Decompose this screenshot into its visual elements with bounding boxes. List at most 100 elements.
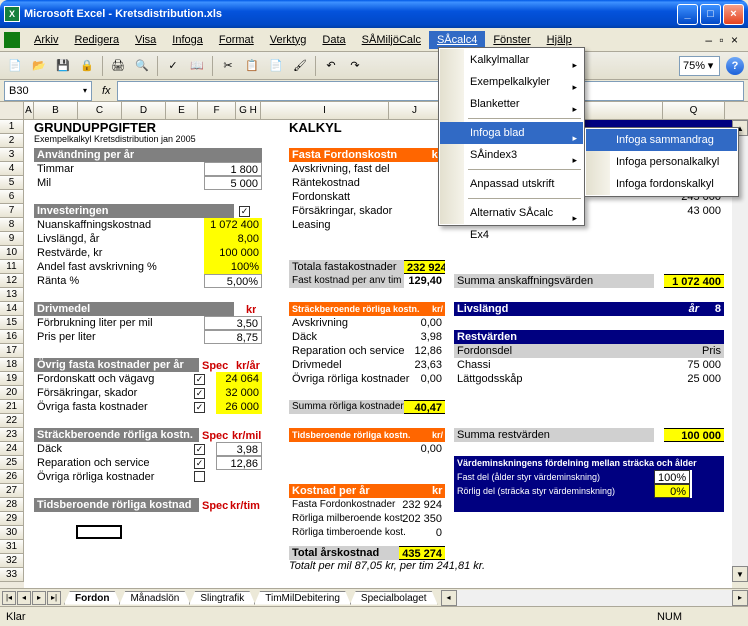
cut-icon[interactable]: ✂	[217, 55, 239, 77]
col-e[interactable]: E	[166, 102, 198, 119]
scroll-down-icon[interactable]: ▼	[732, 566, 748, 582]
col-b[interactable]: B	[34, 102, 78, 119]
val-ranta[interactable]: 5,00%	[204, 274, 262, 288]
row-18[interactable]: 18	[0, 358, 24, 372]
permission-icon[interactable]: 🔒	[76, 55, 98, 77]
undo-icon[interactable]: ↶	[320, 55, 342, 77]
menu-blanketter[interactable]: Blanketter▸	[440, 93, 583, 115]
row-17[interactable]: 17	[0, 344, 24, 358]
val-timmar[interactable]: 1 800	[204, 162, 262, 176]
scroll-right-icon[interactable]: ▸	[732, 590, 748, 606]
row-7[interactable]: 7	[0, 204, 24, 218]
row-8[interactable]: 8	[0, 218, 24, 232]
val-mil[interactable]: 5 000	[204, 176, 262, 190]
name-box[interactable]: B30▾	[4, 81, 92, 101]
tab-manadslon[interactable]: Månadslön	[119, 591, 190, 605]
val-pris[interactable]: 8,75	[204, 330, 262, 344]
close-button[interactable]: ×	[723, 4, 744, 25]
row-headers[interactable]: 1234567891011121314151617181920212223242…	[0, 120, 24, 588]
row-5[interactable]: 5	[0, 176, 24, 190]
preview-icon[interactable]: 🔍	[131, 55, 153, 77]
menu-arkiv[interactable]: Arkiv	[26, 31, 66, 49]
help-icon[interactable]: ?	[726, 57, 744, 75]
row-11[interactable]: 11	[0, 260, 24, 274]
row-23[interactable]: 23	[0, 428, 24, 442]
tab-timmildeb[interactable]: TimMilDebitering	[254, 591, 351, 605]
fx-icon[interactable]: fx	[102, 85, 111, 97]
chk-dack[interactable]: ✓	[194, 443, 205, 455]
menu-redigera[interactable]: Redigera	[66, 31, 127, 49]
tab-specialbolaget[interactable]: Specialbolaget	[350, 591, 438, 605]
new-icon[interactable]: 📄	[4, 55, 26, 77]
menu-fonster[interactable]: Fönster	[485, 31, 538, 49]
select-all-corner[interactable]	[0, 102, 24, 119]
row-15[interactable]: 15	[0, 316, 24, 330]
row-3[interactable]: 3	[0, 148, 24, 162]
chk-ovrfk[interactable]: ✓	[194, 401, 205, 413]
menu-anpassad[interactable]: Anpassad utskrift	[440, 173, 583, 195]
menu-alternativ[interactable]: Alternativ SÅcalc Ex4▸	[440, 202, 583, 224]
maximize-button[interactable]: □	[700, 4, 721, 25]
formula-input[interactable]	[117, 81, 744, 101]
redo-icon[interactable]: ↷	[344, 55, 366, 77]
save-icon[interactable]: 💾	[52, 55, 74, 77]
row-32[interactable]: 32	[0, 554, 24, 568]
spelling-icon[interactable]: ✓	[162, 55, 184, 77]
menu-infoga[interactable]: Infoga	[164, 31, 211, 49]
col-f[interactable]: F	[198, 102, 236, 119]
row-26[interactable]: 26	[0, 470, 24, 484]
col-d[interactable]: D	[122, 102, 166, 119]
mdi-controls[interactable]: – ▫ ×	[705, 33, 744, 47]
copy-icon[interactable]: 📋	[241, 55, 263, 77]
menu-samiljocalc[interactable]: SÅMiljöCalc	[354, 31, 429, 49]
tab-next-icon[interactable]: ▸	[32, 591, 46, 605]
row-6[interactable]: 6	[0, 190, 24, 204]
tab-slingtrafik[interactable]: Slingtrafik	[189, 591, 255, 605]
tab-first-icon[interactable]: |◂	[2, 591, 16, 605]
menu-infoga-blad[interactable]: Infoga blad▸	[440, 122, 583, 144]
col-j[interactable]: J	[389, 102, 441, 119]
research-icon[interactable]: 📖	[186, 55, 208, 77]
print-icon[interactable]: 🖨	[107, 55, 129, 77]
row-14[interactable]: 14	[0, 302, 24, 316]
tab-fordon[interactable]: Fordon	[64, 591, 120, 605]
row-13[interactable]: 13	[0, 288, 24, 302]
menu-exempelkalkyler[interactable]: Exempelkalkyler▸	[440, 71, 583, 93]
col-g[interactable]: G H	[236, 102, 261, 119]
col-a[interactable]: A	[24, 102, 34, 119]
row-10[interactable]: 10	[0, 246, 24, 260]
row-19[interactable]: 19	[0, 372, 24, 386]
row-21[interactable]: 21	[0, 400, 24, 414]
menu-format[interactable]: Format	[211, 31, 262, 49]
chk-forsak[interactable]: ✓	[194, 387, 205, 399]
active-cell[interactable]	[76, 525, 122, 539]
row-25[interactable]: 25	[0, 456, 24, 470]
col-c[interactable]: C	[78, 102, 122, 119]
row-16[interactable]: 16	[0, 330, 24, 344]
menu-hjalp[interactable]: Hjälp	[539, 31, 580, 49]
val-forbr[interactable]: 3,50	[204, 316, 262, 330]
horizontal-scrollbar[interactable]: ◂ ▸	[441, 590, 748, 606]
menu-kalkylmallar[interactable]: Kalkylmallar▸	[440, 49, 583, 71]
open-icon[interactable]: 📂	[28, 55, 50, 77]
chk-rep[interactable]: ✓	[194, 457, 205, 469]
row-27[interactable]: 27	[0, 484, 24, 498]
chk-invest[interactable]: ✓	[239, 205, 250, 217]
doc-icon[interactable]	[4, 32, 20, 48]
menu-saindex3[interactable]: SÅindex3▸	[440, 144, 583, 166]
menu-infoga-fordonskalkyl[interactable]: Infoga fordonskalkyl	[586, 173, 737, 195]
row-29[interactable]: 29	[0, 512, 24, 526]
chk-ovrrk[interactable]	[194, 471, 205, 485]
menu-visa[interactable]: Visa	[127, 31, 164, 49]
menu-data[interactable]: Data	[314, 31, 353, 49]
row-4[interactable]: 4	[0, 162, 24, 176]
row-24[interactable]: 24	[0, 442, 24, 456]
row-30[interactable]: 30	[0, 526, 24, 540]
row-31[interactable]: 31	[0, 540, 24, 554]
row-33[interactable]: 33	[0, 568, 24, 582]
tab-prev-icon[interactable]: ◂	[17, 591, 31, 605]
zoom-select[interactable]: 75%▾	[679, 56, 720, 76]
menu-sacalc4[interactable]: SÅcalc4	[429, 31, 485, 49]
val-rep[interactable]: 12,86	[216, 456, 262, 470]
minimize-button[interactable]: _	[677, 4, 698, 25]
